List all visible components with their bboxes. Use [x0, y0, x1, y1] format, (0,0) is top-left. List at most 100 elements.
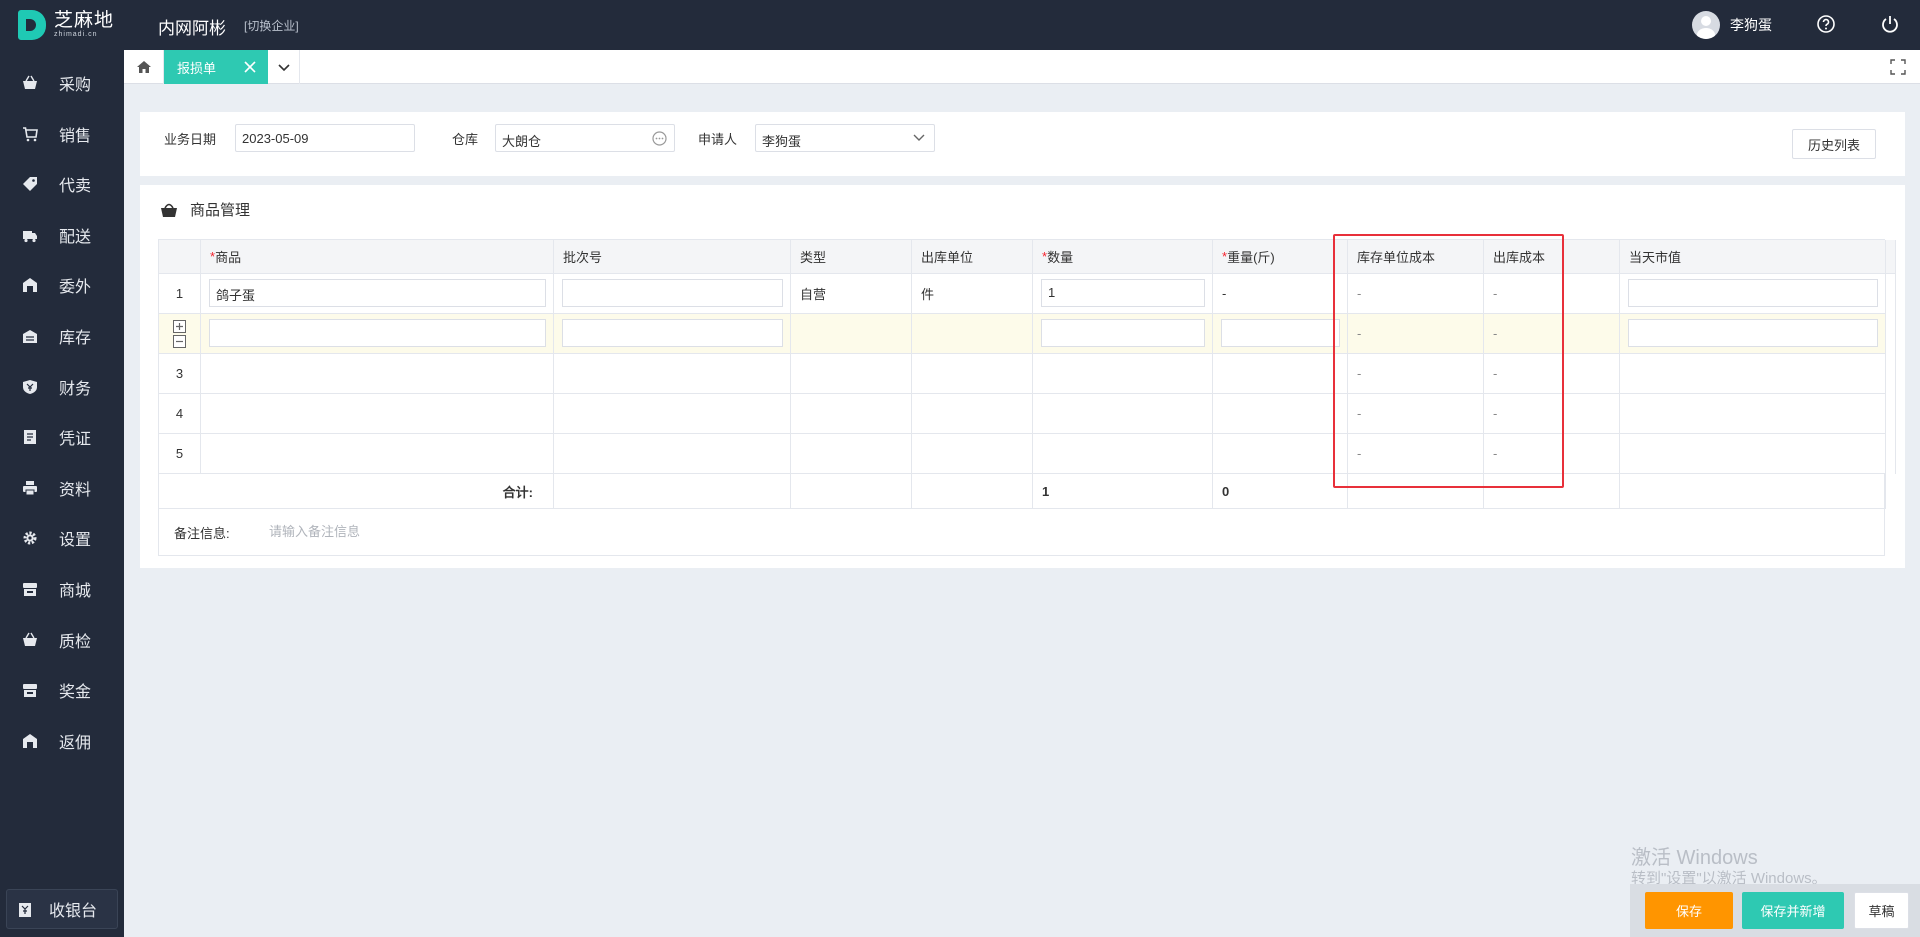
- cell-unit: [912, 394, 1033, 434]
- save-button[interactable]: 保存: [1645, 892, 1733, 929]
- sidebar-item-label: 奖金: [59, 684, 92, 702]
- batch-input[interactable]: [562, 279, 783, 307]
- header-cell-filler: [1886, 240, 1896, 274]
- product-input[interactable]: [209, 319, 546, 347]
- add-row-icon[interactable]: [173, 319, 186, 333]
- total-cell: [912, 474, 1033, 509]
- cell-type: [791, 314, 912, 354]
- fullscreen-icon[interactable]: [1890, 59, 1906, 75]
- basket-icon: [23, 632, 37, 646]
- sidebar-item-1[interactable]: 采购: [0, 65, 124, 101]
- sidebar-item-12[interactable]: 质检: [0, 622, 124, 658]
- sidebar-item-13[interactable]: 奖金: [0, 672, 124, 708]
- qty-input[interactable]: 1: [1041, 279, 1205, 307]
- remove-row-icon[interactable]: [173, 334, 186, 348]
- tab-damage-report[interactable]: 报损单: [164, 50, 268, 84]
- type-value: 自营: [800, 287, 827, 302]
- cell-unit: 件: [912, 274, 1033, 314]
- tab-dropdown-button[interactable]: [268, 50, 300, 84]
- sidebar-item-label: 商城: [59, 583, 92, 600]
- sidebar-item-11[interactable]: 商城: [0, 571, 124, 607]
- row-number: 3: [175, 366, 184, 381]
- cell-product: 鸽子蛋: [201, 274, 554, 314]
- row-filler: [1886, 434, 1896, 474]
- qty-input[interactable]: [1041, 319, 1205, 347]
- sidebar-item-2[interactable]: 销售: [0, 116, 124, 152]
- store-icon: [23, 684, 37, 698]
- home-tab[interactable]: [124, 50, 164, 84]
- market-input[interactable]: [1628, 319, 1878, 347]
- product-input[interactable]: 鸽子蛋: [209, 279, 546, 307]
- logo-text: 芝麻地: [54, 10, 115, 31]
- cart-icon: [23, 126, 38, 141]
- sidebar-item-6[interactable]: 库存: [0, 318, 124, 354]
- cell-type: [791, 434, 912, 474]
- weight-input[interactable]: [1221, 319, 1340, 347]
- warehouse-label: 仓库: [452, 132, 479, 147]
- sidebar-item-5[interactable]: 委外: [0, 267, 124, 303]
- truck-icon: [23, 230, 37, 242]
- cell-market: [1620, 354, 1886, 394]
- remark-input[interactable]: 请输入备注信息: [269, 521, 360, 540]
- total-cell: [791, 474, 912, 509]
- sidebar-item-9[interactable]: 资料: [0, 470, 124, 506]
- store-icon: [23, 583, 37, 596]
- draft-button[interactable]: 草稿: [1854, 892, 1909, 929]
- sidebar-item-4[interactable]: 配送: [0, 217, 124, 253]
- cell-batch: [554, 394, 791, 434]
- cell-market: [1620, 394, 1886, 434]
- more-options-icon[interactable]: [652, 131, 667, 146]
- sidebar-item-label: 凭证: [59, 431, 92, 449]
- cell-weight: [1213, 394, 1348, 434]
- sidebar-item-3[interactable]: 代卖: [0, 166, 124, 202]
- sidebar-item-7[interactable]: 财务: [0, 369, 124, 405]
- cell-product: [201, 434, 554, 474]
- row-filler: [1886, 394, 1896, 434]
- row-index-cell: 4: [159, 394, 201, 434]
- company-name: 内网阿彬: [158, 19, 226, 38]
- row-index-cell: 5: [159, 434, 201, 474]
- row-number: 5: [175, 446, 184, 461]
- history-list-button[interactable]: 历史列表: [1792, 129, 1876, 159]
- column-header: * 重量(斤): [1213, 240, 1348, 274]
- column-header: * 商品: [201, 240, 554, 274]
- batch-input[interactable]: [562, 319, 783, 347]
- goods-section-title: 商品管理: [190, 202, 251, 219]
- save-and-new-button[interactable]: 保存并新增: [1742, 892, 1844, 929]
- chevron-down-icon: [277, 64, 290, 72]
- header-cell-index: [159, 240, 201, 274]
- shopping-basket-icon: [161, 203, 177, 217]
- sidebar-item-14[interactable]: 返佣: [0, 723, 124, 759]
- avatar: [1692, 11, 1720, 39]
- column-header-label: 重量(斤): [1227, 250, 1275, 265]
- switch-company-link[interactable]: [切换企业]: [244, 17, 299, 34]
- sidebar-item-label: 返佣: [59, 734, 92, 752]
- total-cell: 1: [1033, 474, 1213, 509]
- cashier-button[interactable]: 收银台: [6, 889, 118, 929]
- help-icon[interactable]: [1816, 14, 1836, 34]
- column-header: * 数量: [1033, 240, 1213, 274]
- cell-qty: [1033, 354, 1213, 394]
- power-icon[interactable]: [1880, 14, 1900, 34]
- applicant-select[interactable]: 李狗蛋: [755, 124, 935, 152]
- basket-icon: [23, 75, 37, 89]
- tag-icon: [23, 177, 37, 192]
- date-field[interactable]: 2023-05-09: [235, 124, 415, 152]
- cell-market: [1620, 274, 1886, 314]
- column-header-label: 数量: [1047, 250, 1074, 265]
- date-label: 业务日期: [164, 132, 217, 147]
- column-header-label: 商品: [215, 250, 242, 265]
- logo-subtext: zhimadi.cn: [54, 31, 98, 38]
- user-menu[interactable]: 李狗蛋: [1692, 11, 1772, 39]
- cell-weight: [1213, 314, 1348, 354]
- logo[interactable]: 芝麻地 zhimadi.cn: [18, 10, 114, 40]
- close-icon[interactable]: [242, 59, 258, 75]
- warehouse-field[interactable]: 大朗仓: [495, 124, 675, 152]
- sidebar-item-label: 库存: [59, 330, 92, 347]
- sidebar-item-8[interactable]: 凭证: [0, 419, 124, 455]
- sidebar-item-10[interactable]: 设置: [0, 520, 124, 556]
- cell-product: [201, 394, 554, 434]
- action-bar: 保存 保存并新增 草稿: [1630, 884, 1920, 937]
- market-input[interactable]: [1628, 279, 1878, 307]
- user-name: 李狗蛋: [1730, 17, 1772, 33]
